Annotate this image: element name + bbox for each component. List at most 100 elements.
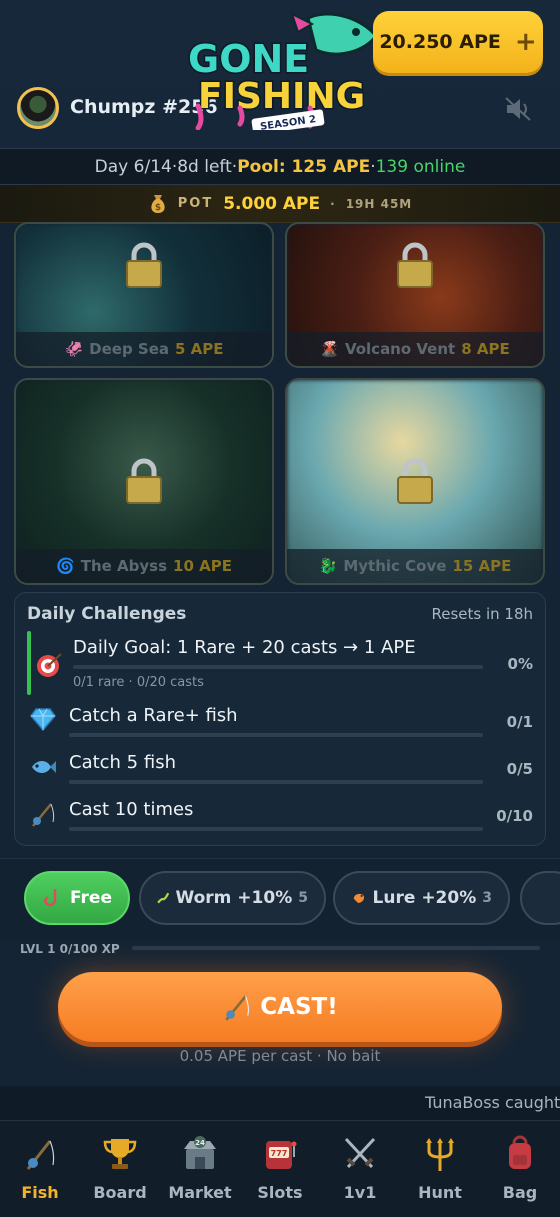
nav-market[interactable]: 24 Market <box>160 1121 240 1217</box>
nav-label: Fish <box>21 1183 59 1202</box>
season-status-bar: Day 6/14 · 8d left · Pool: 125 APE · 139… <box>0 148 560 185</box>
slot-machine-icon: 777 <box>266 1141 297 1169</box>
bait-selector: Free Worm +10% 5 Lure +20% 3 <box>0 858 560 940</box>
bait-count: 5 <box>298 890 308 906</box>
add-funds-icon: + <box>514 27 537 57</box>
challenge-label: Catch 5 fish <box>69 752 176 773</box>
nav-label: 1v1 <box>343 1183 377 1202</box>
target-icon <box>37 653 62 677</box>
nav-label: Board <box>93 1183 147 1202</box>
location-price: 5 APE <box>175 340 224 358</box>
lock-icon <box>397 242 433 288</box>
nav-label: Slots <box>257 1183 303 1202</box>
challenge-label: Cast 10 times <box>69 799 194 820</box>
location-label: 🌀 The Abyss 10 APE <box>16 549 272 583</box>
location-card-deep-sea[interactable]: 🦑 Deep Sea 5 APE <box>14 222 274 368</box>
bait-lure-button[interactable]: Lure +20% 3 <box>333 871 510 925</box>
nav-label: Bag <box>502 1183 538 1202</box>
activity-ticker: TunaBoss caught <box>0 1086 560 1120</box>
location-name: Mythic Cove <box>343 557 447 575</box>
location-card-mythic-cove[interactable]: 🐉 Mythic Cove 15 APE <box>285 378 545 585</box>
fishing-rod-icon <box>225 995 250 1021</box>
challenges-title: Daily Challenges <box>27 604 187 624</box>
bait-more-button[interactable] <box>520 871 560 925</box>
speaker-muted-icon[interactable] <box>504 96 532 122</box>
swirl-icon: 🌀 <box>56 557 75 575</box>
location-name: Volcano Vent <box>344 340 456 358</box>
fish-icon <box>32 761 56 773</box>
location-label: 🐉 Mythic Cove 15 APE <box>287 549 543 583</box>
nav-fish[interactable]: Fish <box>0 1121 80 1217</box>
challenges-reset-timer: Resets in 18h <box>431 605 533 623</box>
balance-button[interactable]: 20.250 APE + <box>373 11 543 73</box>
crossed-swords-icon <box>344 1137 376 1169</box>
nav-bag[interactable]: Bag <box>480 1121 560 1217</box>
challenge-progress: 0/1 <box>506 713 533 731</box>
avatar[interactable] <box>17 87 59 129</box>
nav-board[interactable]: Board <box>80 1121 160 1217</box>
lock-icon <box>126 458 162 504</box>
challenge-label: Daily Goal: 1 Rare + 20 casts → 1 APE <box>73 637 416 658</box>
bait-label: Free <box>70 888 112 908</box>
bait-count: 3 <box>482 890 492 906</box>
challenge-progress: 0/5 <box>506 760 533 778</box>
challenge-progress: 0/10 <box>496 807 533 825</box>
location-label: 🦑 Deep Sea 5 APE <box>16 332 272 366</box>
gem-icon <box>30 708 56 732</box>
location-card-the-abyss[interactable]: 🌀 The Abyss 10 APE <box>14 378 274 585</box>
pot-bar: $ POT 5.000 APE · 19H 45M <box>0 185 560 223</box>
trident-icon <box>426 1138 454 1171</box>
cast-button[interactable]: CAST! <box>58 972 502 1042</box>
days-left: 8d left <box>177 156 232 177</box>
daily-challenges-panel: Daily Challenges Resets in 18h Daily Goa… <box>14 592 546 846</box>
money-bag-icon: $ <box>151 194 165 213</box>
challenge-subtext: 0/1 rare · 0/20 casts <box>73 675 204 690</box>
challenge-progress-track <box>69 780 483 784</box>
trophy-icon <box>103 1139 137 1169</box>
online-count: 139 online <box>375 156 466 177</box>
backpack-icon <box>509 1135 531 1169</box>
nav-hunt[interactable]: Hunt <box>400 1121 480 1217</box>
nav-label: Hunt <box>418 1183 462 1202</box>
location-label: 🌋 Volcano Vent 8 APE <box>287 332 543 366</box>
ticker-message: TunaBoss caught <box>425 1093 560 1112</box>
header: Chumpz #256 GONE FISHING SEASON 2 20.250… <box>0 0 560 148</box>
location-card-volcano-vent[interactable]: 🌋 Volcano Vent 8 APE <box>285 222 545 368</box>
bottom-navigation: Fish Board 24 Market 777 Slots 1v1 Hunt … <box>0 1120 560 1217</box>
lock-icon <box>397 458 433 504</box>
svg-text:$: $ <box>155 203 161 213</box>
pot-value: 5.000 APE <box>223 193 321 214</box>
location-name: Deep Sea <box>89 340 170 358</box>
logo-line1: GONE <box>188 37 309 81</box>
xp-progress-track <box>132 946 540 950</box>
season-day: Day 6/14 <box>94 156 172 177</box>
nav-slots[interactable]: 777 Slots <box>240 1121 320 1217</box>
gone-fishing-logo: GONE FISHING SEASON 2 <box>187 12 378 130</box>
fishing-rod-icon <box>32 803 55 827</box>
pool-amount: Pool: 125 APE <box>237 156 371 177</box>
logo-line2: FISHING <box>198 76 365 117</box>
location-name: The Abyss <box>80 557 168 575</box>
nav-1v1[interactable]: 1v1 <box>320 1121 400 1217</box>
bait-worm-button[interactable]: Worm +10% 5 <box>139 871 326 925</box>
nav-label: Market <box>168 1183 232 1202</box>
location-price: 15 APE <box>452 557 512 575</box>
squid-icon: 🦑 <box>64 340 84 358</box>
fishing-rod-icon <box>26 1140 55 1170</box>
volcano-icon: 🌋 <box>320 340 339 358</box>
worm-icon <box>157 892 169 904</box>
market-stall-icon: 24 <box>184 1136 216 1169</box>
shrimp-lure-icon <box>353 893 365 903</box>
active-challenge-marker <box>27 631 31 695</box>
svg-text:24: 24 <box>195 1139 205 1147</box>
bait-label: Lure +20% <box>372 888 477 908</box>
challenge-progress-track <box>69 827 483 831</box>
challenge-progress: 0% <box>507 655 533 673</box>
location-price: 10 APE <box>173 557 232 575</box>
level-xp-label: LVL 1 0/100 XP <box>20 942 120 956</box>
pot-separator: · <box>330 196 336 211</box>
bait-free-button[interactable]: Free <box>24 871 130 925</box>
dragon-icon: 🐉 <box>318 557 338 575</box>
hook-icon <box>43 889 57 907</box>
bait-label: Worm +10% <box>175 888 293 908</box>
